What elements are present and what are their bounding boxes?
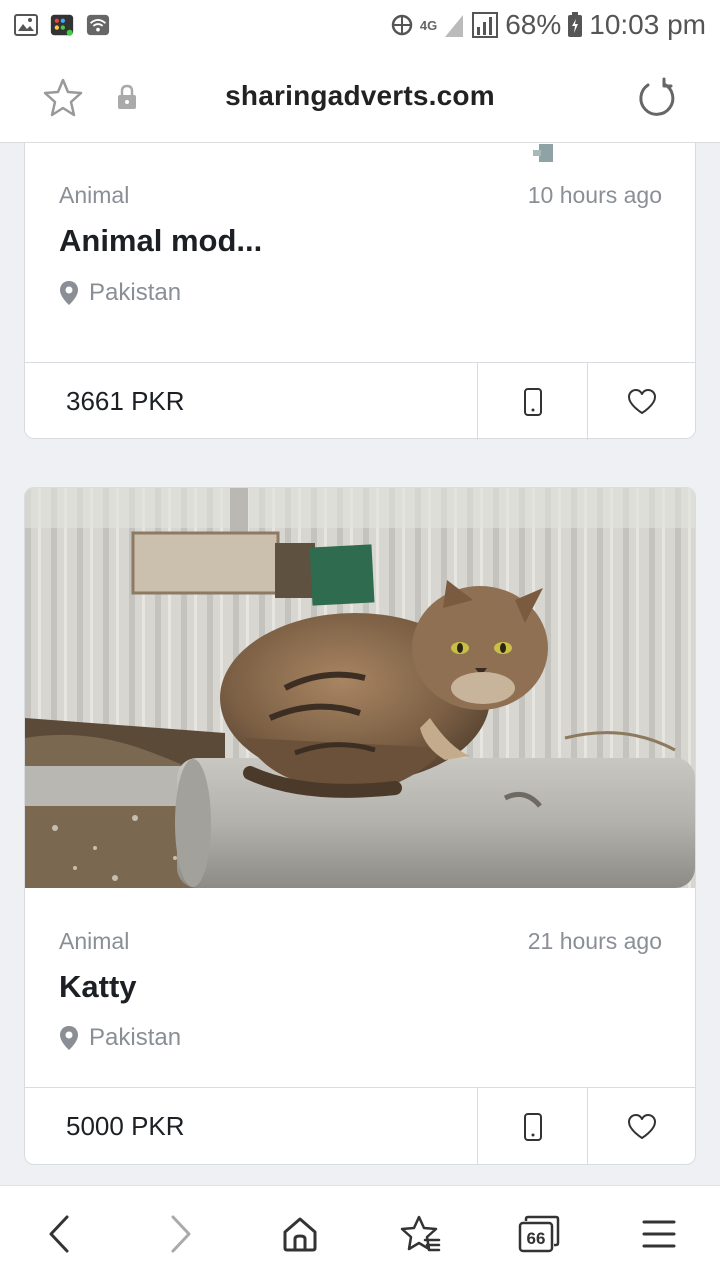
- wifi-icon: [86, 13, 110, 37]
- heart-icon: [627, 388, 656, 414]
- battery-icon: [568, 12, 583, 37]
- favorite-button[interactable]: [587, 1088, 695, 1164]
- listing-image[interactable]: [529, 143, 559, 162]
- location-text: Pakistan: [89, 1024, 182, 1051]
- favorite-button[interactable]: [587, 363, 695, 440]
- listing-action-bar: 3661 PKR: [25, 362, 695, 440]
- listing-location: Pakistan: [59, 279, 181, 307]
- menu-icon[interactable]: [634, 1210, 684, 1258]
- signal-icon: [445, 12, 499, 38]
- listing-photo[interactable]: [25, 488, 695, 888]
- listing-card[interactable]: Animal 10 hours ago Animal mod... Pakist…: [24, 143, 696, 440]
- listing-action-bar: 5000 PKR: [25, 1087, 695, 1164]
- listing-category: Animal: [59, 928, 130, 954]
- listing-price: 3661 PKR: [66, 386, 185, 416]
- listing-title[interactable]: Animal mod...: [59, 223, 262, 259]
- location-pin-icon: [60, 1026, 78, 1050]
- listing-title[interactable]: Katty: [59, 969, 137, 1005]
- clock: 10:03 pm: [589, 9, 706, 40]
- heart-icon: [627, 1113, 656, 1139]
- data-saver-icon: [391, 14, 413, 36]
- phone-icon: [523, 387, 542, 416]
- tabs-icon[interactable]: 66: [514, 1210, 564, 1258]
- home-icon[interactable]: [275, 1210, 325, 1258]
- listing-time: 10 hours ago: [527, 182, 662, 208]
- phone-icon: [523, 1112, 542, 1141]
- call-button[interactable]: [477, 363, 587, 440]
- reload-icon[interactable]: [634, 76, 678, 120]
- browser-bottom-nav: 66: [0, 1185, 720, 1280]
- status-bar: 4G 68% 10:03 pm: [0, 0, 720, 50]
- bookmarks-icon[interactable]: [395, 1210, 445, 1258]
- battery-percent: 68%: [505, 9, 562, 40]
- back-icon[interactable]: [34, 1210, 84, 1258]
- listings-feed[interactable]: Animal 10 hours ago Animal mod... Pakist…: [0, 143, 720, 1185]
- listing-category: Animal: [59, 182, 130, 208]
- listing-location: Pakistan: [59, 1024, 181, 1052]
- network-type: 4G: [419, 17, 438, 33]
- location-text: Pakistan: [89, 279, 182, 306]
- gallery-icon: [14, 13, 38, 37]
- listing-time: 21 hours ago: [527, 928, 662, 954]
- url-text[interactable]: sharingadverts.com: [0, 80, 720, 112]
- listing-card[interactable]: Animal 21 hours ago Katty Pakistan 5000 …: [24, 487, 696, 1165]
- call-button[interactable]: [477, 1088, 587, 1164]
- tab-count: 66: [527, 1229, 546, 1248]
- listing-price: 5000 PKR: [66, 1111, 185, 1141]
- forward-icon[interactable]: [156, 1210, 206, 1258]
- app-icon: [50, 13, 74, 37]
- address-bar: sharingadverts.com: [0, 50, 720, 143]
- location-pin-icon: [60, 281, 78, 305]
- cat-photo-image: [25, 488, 695, 888]
